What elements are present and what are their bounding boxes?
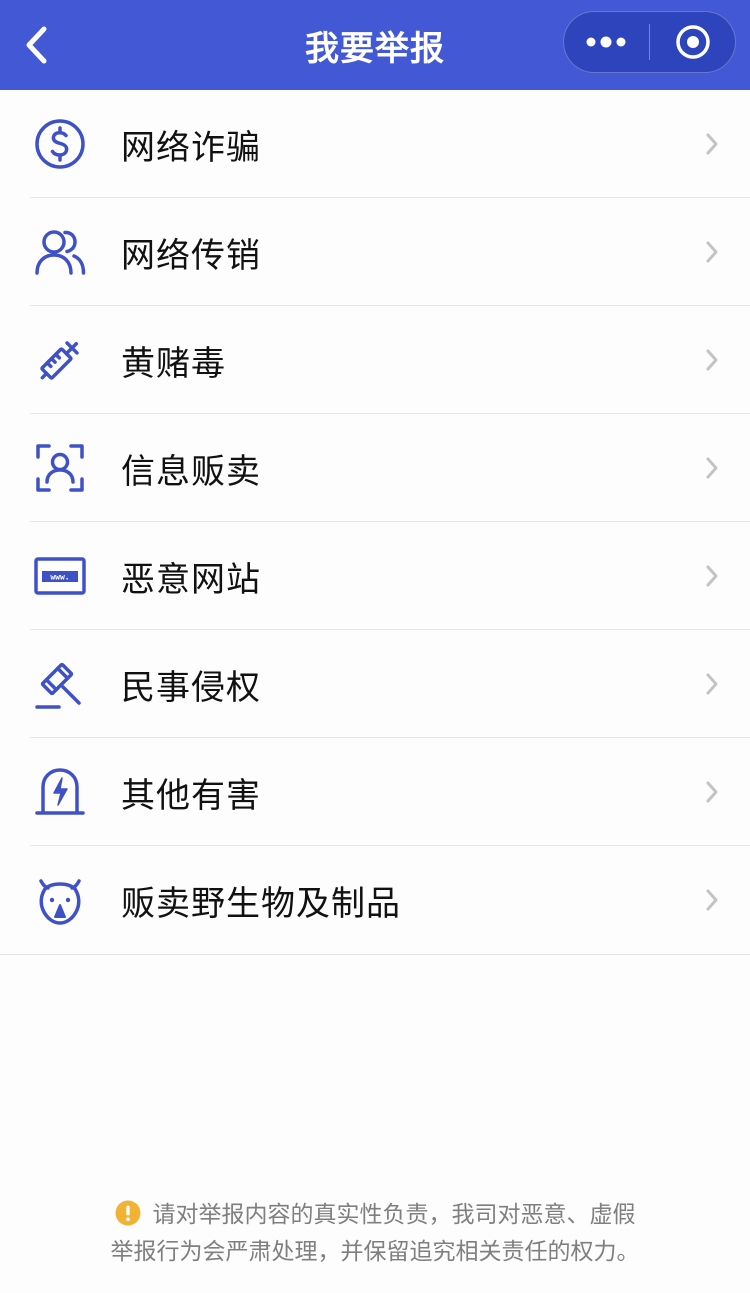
list-item-info-selling[interactable]: 信息贩卖 bbox=[0, 414, 750, 522]
list-item-wildlife-trade[interactable]: 贩卖野生物及制品 bbox=[0, 846, 750, 954]
list-item-label: 黄赌毒 bbox=[121, 343, 226, 384]
mini-program-capsule bbox=[563, 11, 736, 73]
list-item-label: 其他有害 bbox=[121, 775, 261, 816]
list-item-vice[interactable]: 黄赌毒 bbox=[0, 306, 750, 414]
alarm-lamp-icon bbox=[30, 762, 90, 822]
list-item-label: 民事侵权 bbox=[121, 667, 261, 708]
notice-text-1: 请对举报内容的真实性负责，我司对恶意、虚假 bbox=[152, 1202, 636, 1228]
syringe-icon bbox=[30, 330, 90, 390]
nav-bar: 我要举报 bbox=[0, 0, 750, 90]
chevron-right-icon bbox=[700, 130, 724, 158]
chevron-right-icon bbox=[700, 670, 724, 698]
list-item-label: 信息贩卖 bbox=[121, 451, 261, 492]
chevron-right-icon bbox=[700, 562, 724, 590]
gavel-icon bbox=[30, 654, 90, 714]
warning-icon bbox=[115, 1200, 140, 1225]
chevron-right-icon bbox=[700, 238, 724, 266]
more-button[interactable] bbox=[564, 11, 649, 73]
chevron-right-icon bbox=[700, 454, 724, 482]
close-button[interactable] bbox=[650, 11, 735, 73]
rhino-icon bbox=[30, 870, 90, 930]
notice-line-1: 请对举报内容的真实性负责，我司对恶意、虚假 bbox=[0, 1197, 750, 1234]
report-category-list: 网络诈骗 网络传销 黄赌毒 信息贩卖 www. 恶意网站 民事侵权 其他有害 贩… bbox=[0, 90, 750, 955]
face-scan-icon bbox=[30, 438, 90, 498]
list-item-label: 贩卖野生物及制品 bbox=[121, 883, 401, 924]
target-close-icon bbox=[675, 25, 710, 59]
report-page: 我要举报 网络诈骗 网络传销 黄赌毒 信息贩卖 www. 恶意网站 民事侵权 其… bbox=[0, 0, 750, 1293]
website-card-icon: www. bbox=[30, 546, 90, 606]
list-item-label: 恶意网站 bbox=[121, 559, 261, 600]
svg-text:www.: www. bbox=[50, 573, 69, 582]
dollar-circle-icon bbox=[30, 114, 90, 174]
list-item-pyramid-selling[interactable]: 网络传销 bbox=[0, 198, 750, 306]
list-item-label: 网络诈骗 bbox=[121, 127, 261, 168]
list-item-label: 网络传销 bbox=[121, 235, 261, 276]
notice-text-2: 举报行为会严肃处理，并保留追究相关责任的权力。 bbox=[110, 1239, 640, 1265]
list-item-civil-infringement[interactable]: 民事侵权 bbox=[0, 630, 750, 738]
list-item-online-fraud[interactable]: 网络诈骗 bbox=[0, 90, 750, 198]
list-item-malicious-site[interactable]: www. 恶意网站 bbox=[0, 522, 750, 630]
chevron-right-icon bbox=[700, 886, 724, 914]
chevron-right-icon bbox=[700, 346, 724, 374]
more-dots-icon bbox=[586, 36, 626, 48]
users-icon bbox=[30, 222, 90, 282]
list-item-other-harmful[interactable]: 其他有害 bbox=[0, 738, 750, 846]
chevron-right-icon bbox=[700, 778, 724, 806]
disclaimer-notice: 请对举报内容的真实性负责，我司对恶意、虚假 举报行为会严肃处理，并保留追究相关责… bbox=[0, 1197, 750, 1271]
